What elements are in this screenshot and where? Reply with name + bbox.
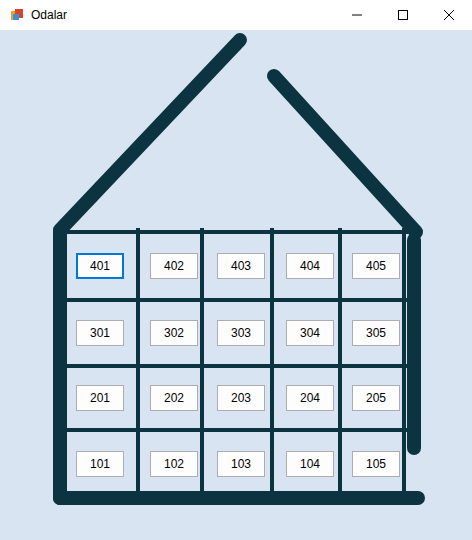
room-button[interactable]: 204 — [286, 385, 334, 411]
app-icon — [10, 8, 24, 22]
maximize-button[interactable] — [380, 0, 426, 30]
room-button[interactable]: 102 — [150, 451, 198, 477]
room-button[interactable]: 105 — [352, 451, 400, 477]
room-button[interactable]: 403 — [217, 253, 265, 279]
room-button[interactable]: 201 — [76, 385, 124, 411]
title-bar: Odalar — [0, 0, 472, 30]
minimize-button[interactable] — [334, 0, 380, 30]
room-button[interactable]: 104 — [286, 451, 334, 477]
room-button[interactable]: 402 — [150, 253, 198, 279]
room-button[interactable]: 203 — [217, 385, 265, 411]
room-button[interactable]: 101 — [76, 451, 124, 477]
room-button[interactable]: 304 — [286, 320, 334, 346]
window: Odalar 401 402 403 404 405 301 302 303 304 305 201 2… — [0, 0, 472, 540]
room-button[interactable]: 202 — [150, 385, 198, 411]
window-title: Odalar — [31, 6, 67, 24]
room-button[interactable]: 205 — [352, 385, 400, 411]
room-button[interactable]: 405 — [352, 253, 400, 279]
close-button[interactable] — [426, 0, 472, 30]
room-button[interactable]: 302 — [150, 320, 198, 346]
maximize-icon — [398, 10, 408, 20]
room-button[interactable]: 103 — [217, 451, 265, 477]
room-grid: 401 402 403 404 405 301 302 303 304 305 201 202 203 2… — [58, 232, 408, 497]
close-icon — [444, 10, 454, 20]
room-button[interactable]: 401 — [76, 253, 124, 279]
house-canvas: 401 402 403 404 405 301 302 303 304 305 201 202 203 2… — [0, 30, 472, 540]
room-button[interactable]: 303 — [217, 320, 265, 346]
room-button[interactable]: 404 — [286, 253, 334, 279]
minimize-icon — [352, 10, 362, 20]
room-button[interactable]: 305 — [352, 320, 400, 346]
room-button[interactable]: 301 — [76, 320, 124, 346]
